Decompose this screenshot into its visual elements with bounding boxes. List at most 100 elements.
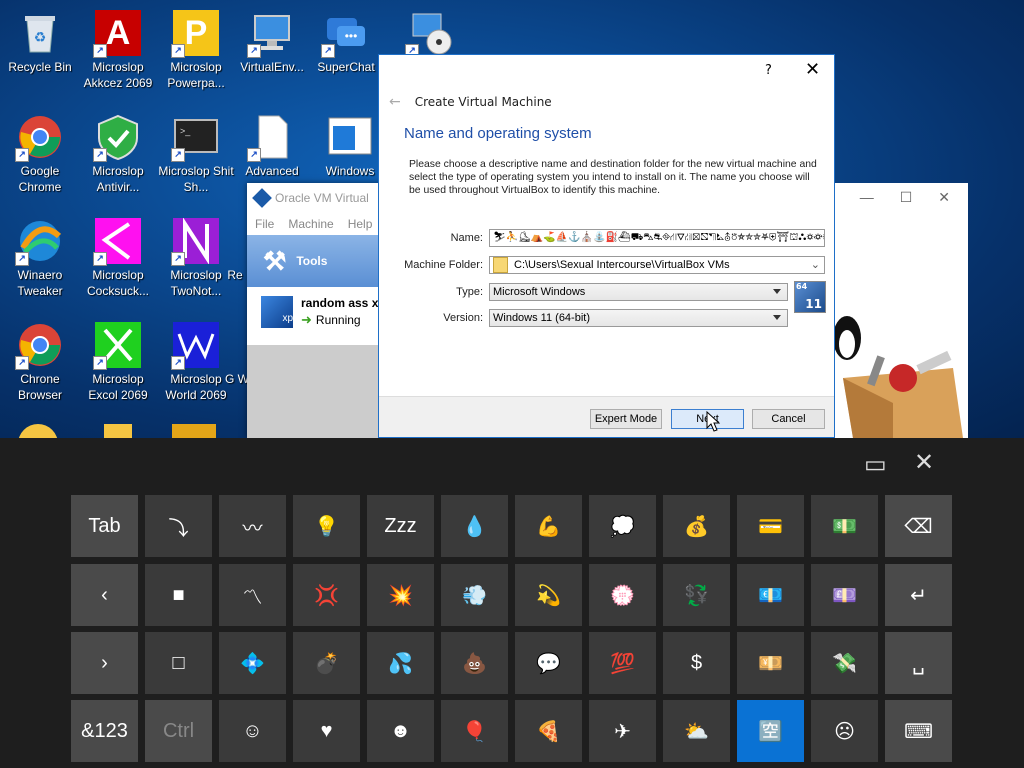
cancel-button[interactable]: Cancel xyxy=(752,409,825,429)
key-white-square[interactable]: □ xyxy=(145,632,212,694)
touch-keyboard[interactable]: ▭ ✕ Tab ⤵ 〰 💡 Zzz 💧 💪 💭 💰 💳 💵 ⌫ ‹ ■ 〽 💢 💥 💨 💫 💮 💱 💶 💷 ↵ › □ 💠 💣 💦 💩 💬 💯… xyxy=(0,438,1024,768)
key-prev-page[interactable]: ‹ xyxy=(71,564,138,626)
desktop-icon-google-chrome[interactable]: ↗ Google Chrome xyxy=(0,110,80,210)
windows-app-icon xyxy=(327,114,373,160)
back-arrow-icon[interactable]: ← xyxy=(389,94,401,110)
key-flex-arm[interactable]: 💪 xyxy=(515,495,582,557)
partial-icon xyxy=(172,424,216,438)
key-part-alternation[interactable]: 〽 xyxy=(219,564,286,626)
key-thought-bubble[interactable]: 💭 xyxy=(589,495,656,557)
desktop-icon-recycle-bin[interactable]: ♻ Recycle Bin xyxy=(0,6,80,106)
menu-machine[interactable]: Machine xyxy=(288,217,333,231)
machine-folder-select[interactable]: C:\Users\Sexual Intercourse\VirtualBox V… xyxy=(489,256,825,274)
vbox-titlebar[interactable]: Oracle VM Virtual xyxy=(247,183,387,213)
key-dollar-sign[interactable]: $ xyxy=(663,632,730,694)
expert-mode-button[interactable]: Expert Mode xyxy=(590,409,662,429)
key-space[interactable]: ␣ xyxy=(885,632,952,694)
key-droplet[interactable]: 💧 xyxy=(441,495,508,557)
create-vm-dialog[interactable]: ? ✕ ← Create Virtual Machine Name and op… xyxy=(378,54,835,438)
desktop-icon-excol[interactable]: ↗ Microslop Excol 2069 xyxy=(78,318,158,418)
key-ctrl[interactable]: Ctrl xyxy=(145,700,212,762)
key-credit-card[interactable]: 💳 xyxy=(737,495,804,557)
dialog-titlebar[interactable]: ? ✕ xyxy=(379,55,834,87)
key-pound-note[interactable]: 💷 xyxy=(811,564,878,626)
icon-label: Advanced xyxy=(245,164,299,178)
key-airplane[interactable]: ✈ xyxy=(589,700,656,762)
maximize-icon[interactable]: ☐ xyxy=(900,189,913,206)
desktop-icon-virtualenv[interactable]: ↗ VirtualEnv... xyxy=(232,6,312,106)
desktop-icon-akkcez[interactable]: A ↗ Microslop Akkcez 2069 xyxy=(78,6,158,106)
key-balloon[interactable]: 🎈 xyxy=(441,700,508,762)
windows-xp-icon: xp xyxy=(261,296,293,328)
key-backspace[interactable]: ⌫ xyxy=(885,495,952,557)
key-tab[interactable]: Tab xyxy=(71,495,138,557)
key-enter[interactable]: ↵ xyxy=(885,564,952,626)
dropdown-arrow-icon xyxy=(773,315,781,320)
key-euro-note[interactable]: 💶 xyxy=(737,564,804,626)
key-heart[interactable]: ♥ xyxy=(293,700,360,762)
version-select[interactable]: Windows 11 (64-bit) xyxy=(489,309,788,327)
desktop-icon-shit-sh[interactable]: >_ ↗ Microslop Shit Sh... xyxy=(156,110,236,210)
close-keyboard-icon[interactable]: ✕ xyxy=(914,448,934,477)
menu-file[interactable]: File xyxy=(255,217,274,231)
key-yen-note[interactable]: 💴 xyxy=(737,632,804,694)
key-lightbulb[interactable]: 💡 xyxy=(293,495,360,557)
key-zzz[interactable]: Zzz xyxy=(367,495,434,557)
key-money-bag[interactable]: 💰 xyxy=(663,495,730,557)
key-dash[interactable]: 💨 xyxy=(441,564,508,626)
key-pizza[interactable]: 🍕 xyxy=(515,700,582,762)
key-dizzy[interactable]: 💫 xyxy=(515,564,582,626)
key-black-square[interactable]: ■ xyxy=(145,564,212,626)
icon-label: Chrone Browser xyxy=(17,372,62,402)
key-sweat-drops[interactable]: 💦 xyxy=(367,632,434,694)
dock-keyboard-icon[interactable]: ▭ xyxy=(864,450,887,479)
key-grin[interactable]: ☻ xyxy=(367,700,434,762)
key-bomb[interactable]: 💣 xyxy=(293,632,360,694)
key-anger[interactable]: 💢 xyxy=(293,564,360,626)
desktop-icon-antivirus[interactable]: ↗ Microslop Antivir... xyxy=(78,110,158,210)
key-diamond-dot[interactable]: 💠 xyxy=(219,632,286,694)
key-currency-exchange[interactable]: 💱 xyxy=(663,564,730,626)
key-collision[interactable]: 💥 xyxy=(367,564,434,626)
icon-label: Microslop Cocksuck... xyxy=(86,268,149,298)
vbox-tools-item[interactable]: ⚒ Tools xyxy=(247,235,387,287)
menu-help[interactable]: Help xyxy=(348,217,373,231)
close-icon[interactable]: ✕ xyxy=(938,189,950,206)
type-select[interactable]: Microsoft Windows xyxy=(489,283,788,301)
key-frown[interactable]: ☹ xyxy=(811,700,878,762)
key-symbols-toggle[interactable]: &123 xyxy=(71,700,138,762)
key-speech-bubble[interactable]: 💬 xyxy=(515,632,582,694)
vbox-title: Oracle VM Virtual xyxy=(275,191,369,205)
key-banknote[interactable]: 💵 xyxy=(811,495,878,557)
desktop-icon-winaero[interactable]: ↗ Winaero Tweaker xyxy=(0,214,80,314)
running-arrow-icon: ➜ xyxy=(301,312,312,327)
key-redo-arrow[interactable]: ⤵ xyxy=(145,495,212,557)
icon-label: Microslop Akkcez 2069 xyxy=(83,60,153,90)
desktop-icon-powerpa[interactable]: P ↗ Microslop Powerpa... xyxy=(156,6,236,106)
key-hundred-points[interactable]: 💯 xyxy=(589,632,656,694)
icon-label: Re xyxy=(227,268,243,282)
key-wave[interactable]: 〰 xyxy=(219,495,286,557)
minimize-icon[interactable]: — xyxy=(860,189,874,206)
key-sun-cloud[interactable]: ⛅ xyxy=(663,700,730,762)
close-button[interactable]: ✕ xyxy=(805,59,820,80)
desktop-icon-cocksuck[interactable]: ↗ Microslop Cocksuck... xyxy=(78,214,158,314)
key-next-page[interactable]: › xyxy=(71,632,138,694)
key-money-wings[interactable]: 💸 xyxy=(811,632,878,694)
desktop-icon-chrone[interactable]: ↗ Chrone Browser xyxy=(0,318,80,418)
name-field[interactable]: ⛷⛹⛸⛺⛳⛵⚓⛪⛲⛽⛴⛟⛍⛐⛗⛙⛛⛜⛝⛞⛠⛡⛢⛣⛤⛥⛦⛧⛨⛩⛫⛬⛭⛮⛯⛰ xyxy=(489,229,825,247)
dialog-footer: Expert Mode Next Cancel xyxy=(379,396,834,437)
key-keyboard-layout[interactable]: ⌨ xyxy=(885,700,952,762)
key-emoji-category[interactable]: 🈳 xyxy=(737,700,804,762)
desktop-icon-partial[interactable]: Re xyxy=(220,214,250,314)
virtualbox-manager-window[interactable]: Oracle VM Virtual File Machine Help ⚒ To… xyxy=(247,183,387,438)
vbox-vm-item[interactable]: xp random ass x ➜ Running xyxy=(247,287,387,337)
key-white-flower[interactable]: 💮 xyxy=(589,564,656,626)
type-label: Type: xyxy=(456,286,483,298)
background-window[interactable]: — ☐ ✕ xyxy=(833,183,968,438)
desktop: ♻ Recycle Bin A ↗ Microslop Akkcez 2069 … xyxy=(0,0,1024,438)
key-smile[interactable]: ☺ xyxy=(219,700,286,762)
help-button[interactable]: ? xyxy=(765,63,772,78)
key-pile-of-poo[interactable]: 💩 xyxy=(441,632,508,694)
desktop-icon-superchat[interactable]: ••• ↗ SuperChat xyxy=(308,6,384,106)
